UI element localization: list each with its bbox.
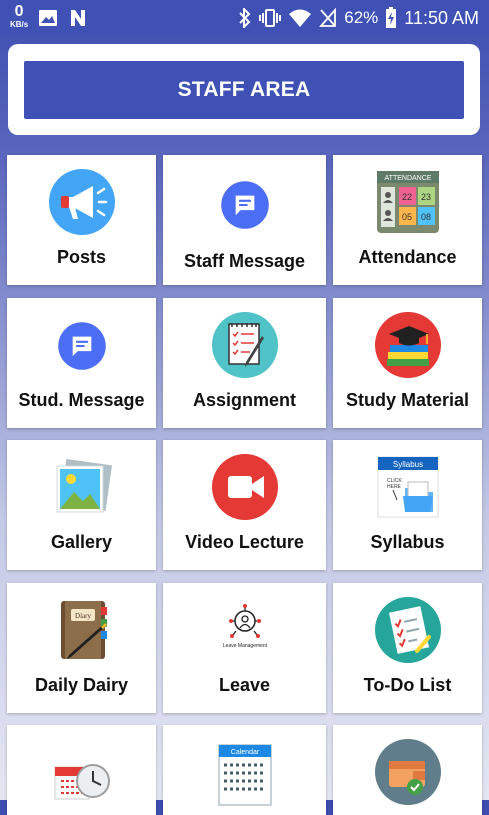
megaphone-icon bbox=[48, 169, 115, 235]
tile-label: Study Material bbox=[345, 390, 470, 410]
tile-label: Leave bbox=[218, 675, 271, 695]
tile-calendar-clock[interactable] bbox=[7, 725, 156, 815]
tile-label: Video Lecture bbox=[185, 532, 304, 552]
wallet-check-icon bbox=[374, 739, 441, 805]
tile-wallet[interactable] bbox=[333, 725, 482, 815]
books-graduation-cap-icon bbox=[374, 312, 441, 378]
notepad-pen-icon bbox=[211, 312, 278, 378]
wifi-icon bbox=[289, 9, 312, 27]
svg-text:22: 22 bbox=[401, 192, 411, 202]
tile-label: Posts bbox=[56, 247, 107, 267]
svg-text:HERE: HERE bbox=[387, 484, 402, 490]
battery-percent: 62% bbox=[344, 8, 379, 27]
no-signal-icon bbox=[319, 8, 337, 27]
tile-posts[interactable]: Posts bbox=[7, 155, 156, 285]
header-card: STAFF AREA bbox=[8, 44, 480, 135]
svg-text:23: 23 bbox=[420, 192, 430, 202]
tile-video-lecture[interactable]: Video Lecture bbox=[163, 440, 326, 570]
picture-gallery-icon bbox=[56, 459, 112, 513]
tile-label: To-Do List bbox=[363, 675, 452, 695]
syllabus-folder-icon: Syllabus CLICK HERE bbox=[377, 456, 438, 518]
n-notification-icon bbox=[71, 10, 86, 26]
tile-label: Staff Message bbox=[183, 251, 306, 271]
chat-bubble-icon bbox=[57, 322, 106, 370]
status-bar: 0 KB/s 62% 11:50 AM bbox=[0, 0, 489, 34]
tile-todo-list[interactable]: To-Do List bbox=[333, 583, 482, 713]
calendar-clock-icon bbox=[54, 764, 110, 800]
tile-assignment[interactable]: Assignment bbox=[163, 298, 326, 428]
bluetooth-icon bbox=[239, 8, 251, 28]
tile-staff-message[interactable]: Staff Message bbox=[163, 155, 326, 285]
vibrate-icon bbox=[259, 9, 282, 27]
calendar-grid-icon: Calendar bbox=[218, 744, 271, 806]
battery-charging-icon bbox=[386, 7, 397, 28]
net-speed-value: 0 bbox=[14, 3, 24, 20]
tile-daily-dairy[interactable]: Diary Daily Dairy bbox=[7, 583, 156, 713]
net-speed-unit: KB/s bbox=[10, 20, 29, 29]
tile-leave[interactable]: Leave Management Leave bbox=[163, 583, 326, 713]
diary-book-icon: Diary bbox=[60, 601, 107, 659]
staff-area-button[interactable]: STAFF AREA bbox=[24, 61, 464, 119]
tile-calendar[interactable]: Calendar bbox=[163, 725, 326, 815]
attendance-board-icon: ATTENDANCE 22 23 05 08 bbox=[376, 171, 439, 233]
checklist-icon bbox=[374, 597, 441, 663]
tile-label: Daily Dairy bbox=[34, 675, 129, 695]
tile-label: Syllabus bbox=[370, 532, 445, 552]
leave-management-icon: Leave Management bbox=[222, 604, 267, 649]
tile-label: Gallery bbox=[50, 532, 113, 552]
tile-attendance[interactable]: ATTENDANCE 22 23 05 08 Attendance bbox=[333, 155, 482, 285]
tile-label: Stud. Message bbox=[18, 390, 145, 410]
leave-icon-caption: Leave Management bbox=[222, 643, 267, 649]
calendar-icon-caption: Calendar bbox=[230, 749, 259, 756]
tile-gallery[interactable]: Gallery bbox=[7, 440, 156, 570]
tile-label: Assignment bbox=[192, 390, 297, 410]
attendance-icon-caption: ATTENDANCE bbox=[384, 175, 431, 182]
svg-text:05: 05 bbox=[401, 212, 411, 222]
syllabus-icon-caption: Syllabus bbox=[392, 460, 422, 469]
chat-bubble-icon bbox=[220, 181, 269, 229]
tile-study-material[interactable]: Study Material bbox=[333, 298, 482, 428]
video-camera-icon bbox=[211, 454, 278, 520]
clock: 11:50 AM bbox=[404, 7, 479, 28]
tile-stud-message[interactable]: Stud. Message bbox=[7, 298, 156, 428]
diary-icon-caption: Diary bbox=[75, 612, 91, 620]
tile-label: Attendance bbox=[358, 247, 457, 267]
svg-text:08: 08 bbox=[420, 212, 430, 222]
net-speed-indicator: 0 KB/s bbox=[10, 4, 28, 29]
tile-syllabus[interactable]: Syllabus CLICK HERE Syllabus bbox=[333, 440, 482, 570]
image-notification-icon bbox=[39, 10, 58, 26]
